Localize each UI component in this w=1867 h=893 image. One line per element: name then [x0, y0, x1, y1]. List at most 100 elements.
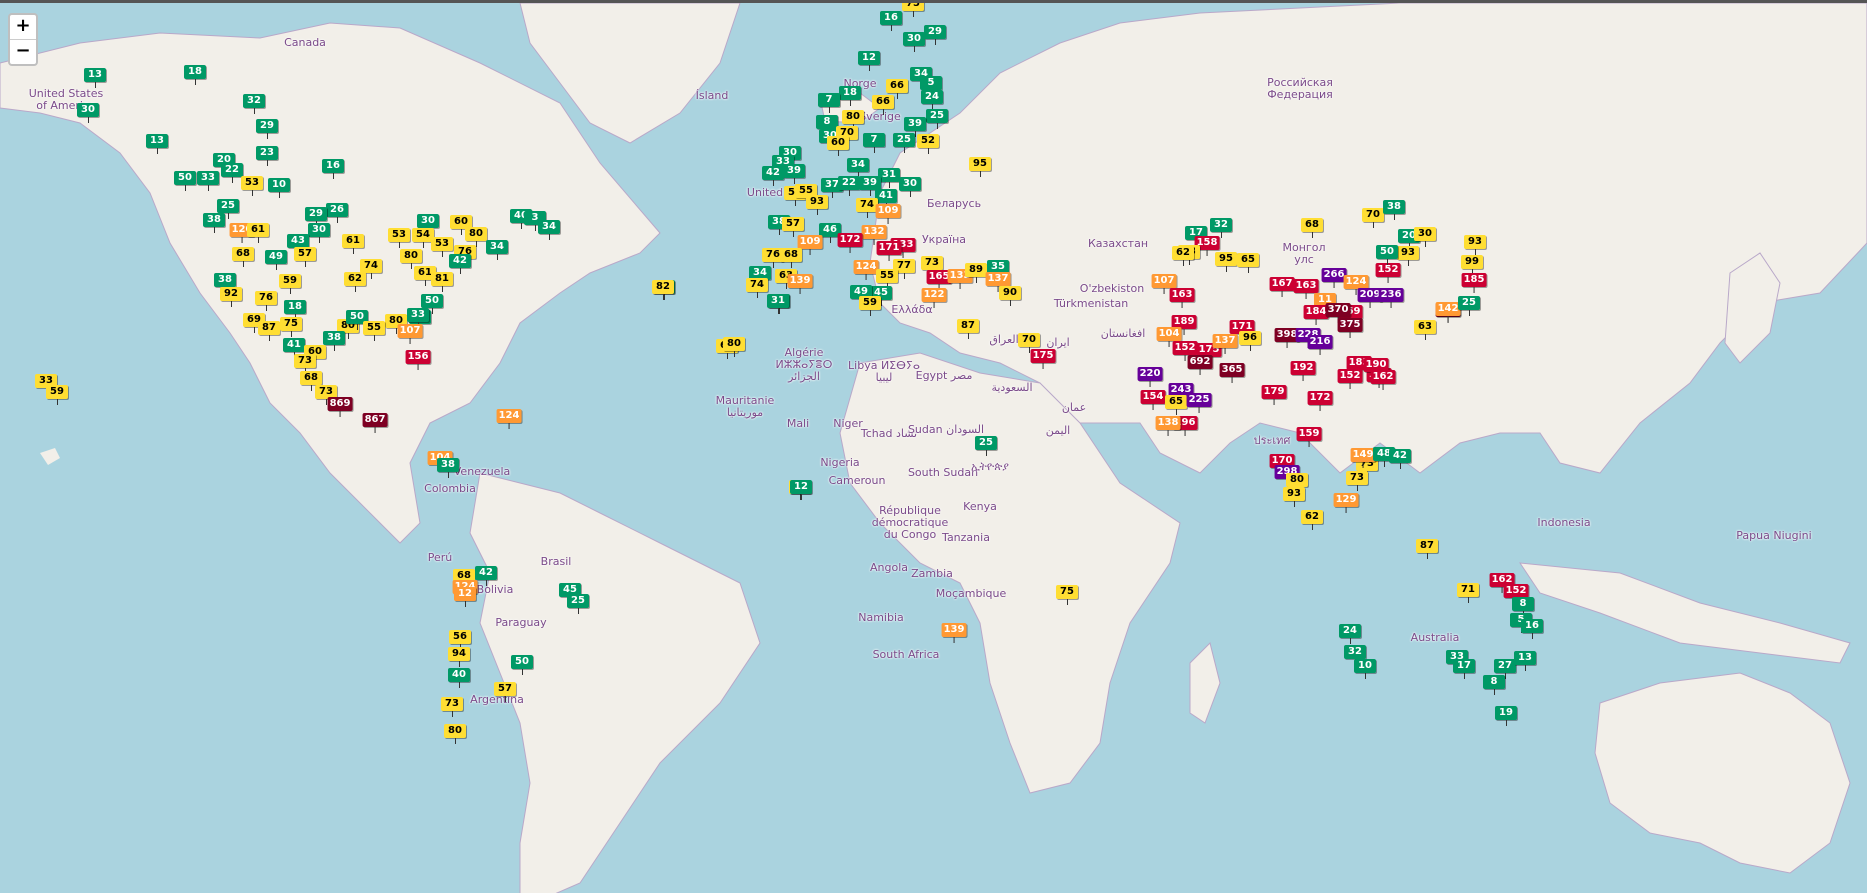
aqi-station-marker[interactable]: 171: [876, 241, 902, 261]
aqi-station-marker[interactable]: 12: [790, 480, 812, 500]
aqi-station-marker[interactable]: 17: [1453, 659, 1475, 679]
aqi-station-marker[interactable]: 92: [220, 287, 242, 307]
aqi-station-marker[interactable]: 365: [1219, 363, 1245, 383]
aqi-station-marker[interactable]: 30: [903, 32, 925, 52]
aqi-station-marker[interactable]: 70: [1362, 208, 1384, 228]
aqi-station-marker[interactable]: 12: [454, 587, 476, 607]
aqi-station-marker[interactable]: 73: [441, 697, 463, 717]
aqi-station-marker[interactable]: 225: [1186, 393, 1212, 413]
aqi-station-marker[interactable]: 23: [256, 146, 278, 166]
aqi-station-marker[interactable]: 32: [243, 94, 265, 114]
aqi-station-marker[interactable]: 122: [921, 288, 947, 308]
aqi-station-marker[interactable]: 52: [917, 134, 939, 154]
aqi-station-marker[interactable]: 16: [880, 11, 902, 31]
aqi-station-marker[interactable]: 137: [1212, 334, 1238, 354]
aqi-station-marker[interactable]: 65: [1165, 395, 1187, 415]
aqi-station-marker[interactable]: 869: [327, 397, 353, 417]
aqi-station-marker[interactable]: 38: [323, 331, 345, 351]
aqi-station-marker[interactable]: 42: [1389, 449, 1411, 469]
aqi-station-marker[interactable]: 18: [184, 65, 206, 85]
aqi-station-marker[interactable]: 236: [1378, 288, 1404, 308]
aqi-station-marker[interactable]: 95: [969, 157, 991, 177]
aqi-station-marker[interactable]: 12: [858, 51, 880, 71]
aqi-station-marker[interactable]: 63: [1414, 320, 1436, 340]
aqi-station-marker[interactable]: 30: [899, 177, 921, 197]
aqi-station-marker[interactable]: 31: [767, 294, 789, 314]
aqi-station-marker[interactable]: 139: [941, 623, 967, 643]
aqi-station-marker[interactable]: 152: [1337, 369, 1363, 389]
aqi-station-marker[interactable]: 40: [448, 668, 470, 688]
aqi-station-marker[interactable]: 59: [859, 296, 881, 316]
aqi-station-marker[interactable]: 175: [1030, 349, 1056, 369]
aqi-station-marker[interactable]: 81: [431, 272, 453, 292]
aqi-station-marker[interactable]: 375: [1337, 318, 1363, 338]
aqi-station-marker[interactable]: 26: [326, 203, 348, 223]
aqi-station-marker[interactable]: 80: [465, 227, 487, 247]
aqi-station-marker[interactable]: 87: [957, 319, 979, 339]
zoom-out-button[interactable]: −: [10, 39, 36, 64]
aqi-station-marker[interactable]: 50: [1376, 245, 1398, 265]
aqi-station-marker[interactable]: 25: [1458, 296, 1480, 316]
aqi-station-marker[interactable]: 16: [322, 159, 344, 179]
map-container[interactable]: Canada United States of America Российская Ф…: [0, 0, 1867, 893]
aqi-station-marker[interactable]: 124: [853, 260, 879, 280]
aqi-station-marker[interactable]: 107: [397, 324, 423, 344]
aqi-station-marker[interactable]: 61: [247, 223, 269, 243]
aqi-station-marker[interactable]: 82: [652, 280, 674, 300]
aqi-station-marker[interactable]: 75: [1056, 585, 1078, 605]
aqi-station-marker[interactable]: 42: [449, 254, 471, 274]
aqi-station-marker[interactable]: 192: [1290, 361, 1316, 381]
aqi-station-marker[interactable]: 62: [1301, 510, 1323, 530]
aqi-station-marker[interactable]: 185: [1461, 273, 1487, 293]
aqi-station-marker[interactable]: 62: [344, 272, 366, 292]
aqi-station-marker[interactable]: 65: [1237, 253, 1259, 273]
aqi-station-marker[interactable]: 692: [1187, 355, 1213, 375]
aqi-station-marker[interactable]: 95: [1215, 252, 1237, 272]
aqi-station-marker[interactable]: 32: [1210, 218, 1232, 238]
aqi-station-marker[interactable]: 10: [268, 178, 290, 198]
aqi-station-marker[interactable]: 87: [1416, 539, 1438, 559]
aqi-station-marker[interactable]: 74: [746, 278, 768, 298]
aqi-station-marker[interactable]: 42: [475, 566, 497, 586]
aqi-station-marker[interactable]: 39: [783, 164, 805, 184]
aqi-station-marker[interactable]: 93: [806, 195, 828, 215]
aqi-station-marker[interactable]: 8: [1483, 675, 1505, 695]
aqi-station-marker[interactable]: 93: [1283, 487, 1305, 507]
aqi-station-marker[interactable]: 73: [1346, 471, 1368, 491]
aqi-station-marker[interactable]: 75: [280, 317, 302, 337]
aqi-station-marker[interactable]: 19: [1495, 706, 1517, 726]
aqi-station-marker[interactable]: 57: [494, 682, 516, 702]
aqi-station-marker[interactable]: 30: [1414, 227, 1436, 247]
aqi-station-marker[interactable]: 216: [1307, 335, 1333, 355]
aqi-station-marker[interactable]: 13: [146, 134, 168, 154]
aqi-station-marker[interactable]: 94: [448, 647, 470, 667]
aqi-station-marker[interactable]: 93: [1464, 235, 1486, 255]
aqi-station-marker[interactable]: 28: [0, 0, 11, 3]
aqi-station-marker[interactable]: 124: [496, 409, 522, 429]
aqi-station-marker[interactable]: 50: [174, 171, 196, 191]
aqi-station-marker[interactable]: 13: [1514, 651, 1536, 671]
aqi-station-marker[interactable]: 139: [787, 274, 813, 294]
aqi-station-marker[interactable]: 172: [1307, 391, 1333, 411]
aqi-station-marker[interactable]: 167: [1269, 277, 1295, 297]
aqi-station-marker[interactable]: 57: [294, 247, 316, 267]
aqi-station-marker[interactable]: 22: [221, 163, 243, 183]
aqi-station-marker[interactable]: 33: [197, 171, 219, 191]
aqi-station-marker[interactable]: 25: [893, 133, 915, 153]
aqi-station-marker[interactable]: 49: [265, 250, 287, 270]
aqi-station-marker[interactable]: 25: [926, 109, 948, 129]
aqi-station-marker[interactable]: 34: [538, 220, 560, 240]
aqi-station-marker[interactable]: 129: [1333, 493, 1359, 513]
aqi-station-marker[interactable]: 34: [847, 158, 869, 178]
aqi-station-marker[interactable]: 66: [872, 95, 894, 115]
aqi-station-marker[interactable]: 172: [837, 233, 863, 253]
aqi-station-marker[interactable]: 31: [878, 168, 900, 188]
aqi-station-marker[interactable]: 25: [975, 436, 997, 456]
aqi-station-marker[interactable]: 76: [255, 291, 277, 311]
aqi-station-marker[interactable]: 38: [1383, 200, 1405, 220]
aqi-station-marker[interactable]: 53: [241, 176, 263, 196]
zoom-in-button[interactable]: +: [10, 15, 36, 39]
aqi-station-marker[interactable]: 142: [1435, 302, 1461, 322]
aqi-station-marker[interactable]: 159: [1296, 427, 1322, 447]
aqi-station-marker[interactable]: 62: [1172, 246, 1194, 266]
